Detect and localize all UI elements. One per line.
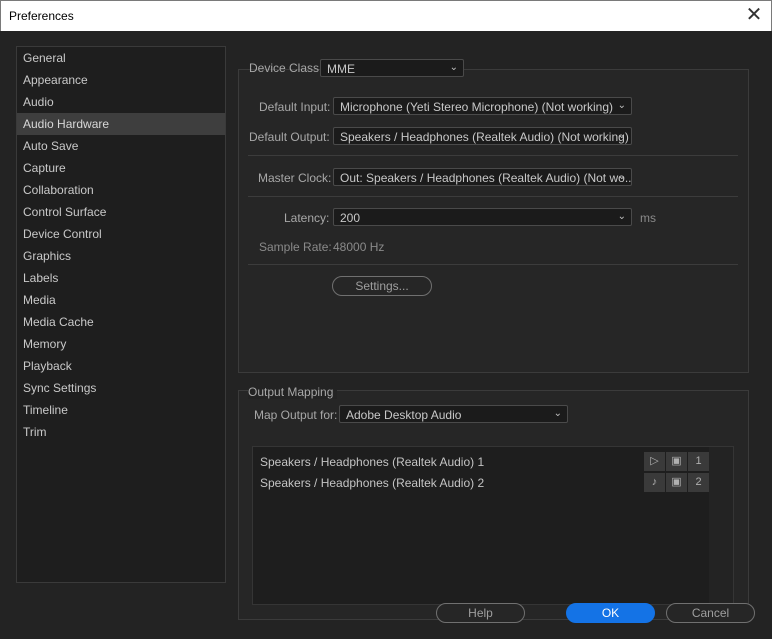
default-output-label: Default Output: xyxy=(249,130,330,144)
sidebar-item-media[interactable]: Media xyxy=(17,289,225,311)
preferences-window: Preferences ✕ General Appearance Audio A… xyxy=(0,0,772,639)
sidebar-item-control-surface[interactable]: Control Surface xyxy=(17,201,225,223)
map-output-dropdown[interactable]: Adobe Desktop Audio ⌄ xyxy=(339,405,568,423)
crop-icon[interactable]: ▣ xyxy=(666,452,687,471)
sidebar-item-audio-hardware[interactable]: Audio Hardware xyxy=(17,113,225,135)
master-clock-label: Master Clock: xyxy=(258,171,332,185)
list-item[interactable]: Speakers / Headphones (Realtek Audio) 1 xyxy=(260,455,484,469)
play-icon[interactable]: ▷ xyxy=(644,452,665,471)
latency-label: Latency: xyxy=(284,211,330,225)
default-output-value: Speakers / Headphones (Realtek Audio) (N… xyxy=(340,130,629,144)
chevron-down-icon: ⌄ xyxy=(617,171,626,182)
output-mapping-list: Speakers / Headphones (Realtek Audio) 1 … xyxy=(252,446,734,605)
chevron-down-icon: ⌄ xyxy=(449,62,458,73)
ok-button[interactable]: OK xyxy=(566,603,655,623)
latency-dropdown[interactable]: 200 ⌄ xyxy=(333,208,632,226)
default-input-value: Microphone (Yeti Stereo Microphone) (Not… xyxy=(340,100,614,114)
sidebar-item-audio[interactable]: Audio xyxy=(17,91,225,113)
default-input-label: Default Input: xyxy=(259,100,331,114)
map-output-label: Map Output for: xyxy=(254,408,338,422)
preferences-sidebar: General Appearance Audio Audio Hardware … xyxy=(16,46,226,583)
crop-icon[interactable]: ▣ xyxy=(666,473,687,492)
sidebar-item-collaboration[interactable]: Collaboration xyxy=(17,179,225,201)
master-clock-value: Out: Speakers / Headphones (Realtek Audi… xyxy=(340,171,632,185)
sidebar-item-memory[interactable]: Memory xyxy=(17,333,225,355)
chevron-down-icon: ⌄ xyxy=(553,408,562,419)
sidebar-item-media-cache[interactable]: Media Cache xyxy=(17,311,225,333)
default-input-dropdown[interactable]: Microphone (Yeti Stereo Microphone) (Not… xyxy=(333,97,632,115)
sample-rate-label: Sample Rate: xyxy=(259,240,332,254)
chevron-down-icon: ⌄ xyxy=(617,130,626,141)
latency-unit: ms xyxy=(640,211,656,225)
sidebar-item-timeline[interactable]: Timeline xyxy=(17,399,225,421)
sidebar-item-general[interactable]: General xyxy=(17,47,225,69)
sidebar-item-sync-settings[interactable]: Sync Settings xyxy=(17,377,225,399)
divider xyxy=(248,196,738,197)
settings-button[interactable]: Settings... xyxy=(332,276,432,296)
default-output-dropdown[interactable]: Speakers / Headphones (Realtek Audio) (N… xyxy=(333,127,632,145)
chevron-down-icon: ⌄ xyxy=(617,100,626,111)
speaker-icon[interactable]: ♪ xyxy=(644,473,665,492)
sidebar-item-trim[interactable]: Trim xyxy=(17,421,225,443)
window-title: Preferences xyxy=(9,9,74,23)
master-clock-dropdown[interactable]: Out: Speakers / Headphones (Realtek Audi… xyxy=(333,168,632,186)
device-class-value: MME xyxy=(327,62,355,76)
cancel-button[interactable]: Cancel xyxy=(666,603,755,623)
sidebar-item-auto-save[interactable]: Auto Save xyxy=(17,135,225,157)
divider xyxy=(248,264,738,265)
channel-number: 2 xyxy=(688,473,709,492)
list-item[interactable]: Speakers / Headphones (Realtek Audio) 2 xyxy=(260,476,484,490)
map-output-value: Adobe Desktop Audio xyxy=(346,408,462,422)
sidebar-item-capture[interactable]: Capture xyxy=(17,157,225,179)
chevron-down-icon: ⌄ xyxy=(617,211,626,222)
sidebar-item-playback[interactable]: Playback xyxy=(17,355,225,377)
sidebar-item-appearance[interactable]: Appearance xyxy=(17,69,225,91)
sidebar-item-labels[interactable]: Labels xyxy=(17,267,225,289)
device-class-dropdown[interactable]: MME ⌄ xyxy=(320,59,464,77)
help-button[interactable]: Help xyxy=(436,603,525,623)
output-mapping-title: Output Mapping xyxy=(248,385,338,399)
close-icon[interactable]: ✕ xyxy=(743,5,765,27)
latency-value: 200 xyxy=(340,211,361,225)
divider xyxy=(248,155,738,156)
channel-number: 1 xyxy=(688,452,709,471)
scrollbar[interactable] xyxy=(709,447,733,604)
sidebar-item-graphics[interactable]: Graphics xyxy=(17,245,225,267)
title-bar[interactable]: Preferences ✕ xyxy=(0,0,772,31)
device-class-label: Device Class: xyxy=(249,61,323,75)
sample-rate-value: 48000 Hz xyxy=(333,240,385,254)
sidebar-item-device-control[interactable]: Device Control xyxy=(17,223,225,245)
